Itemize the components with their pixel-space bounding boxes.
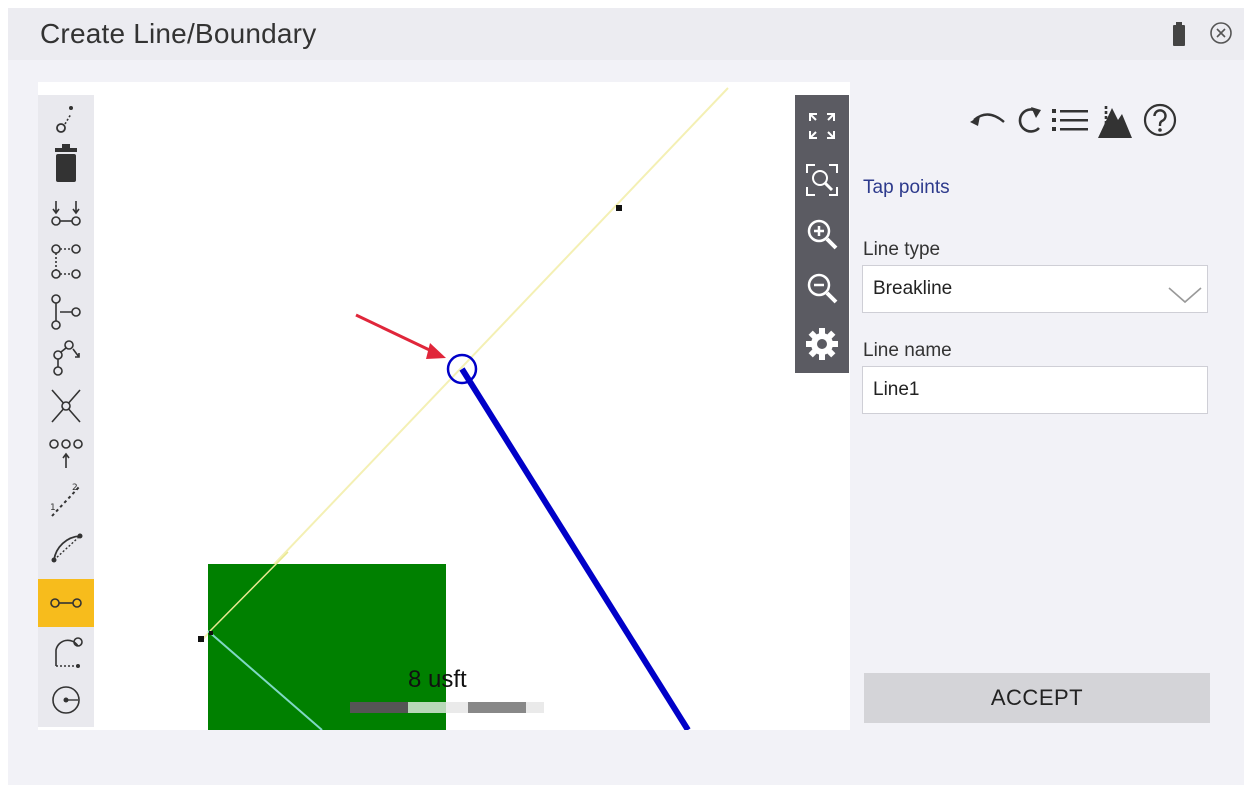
undo-icon[interactable] bbox=[968, 106, 1008, 141]
line-name-input[interactable]: Line1 bbox=[862, 366, 1208, 414]
curve-icon[interactable] bbox=[38, 629, 94, 675]
line-type-value: Breakline bbox=[873, 278, 953, 299]
zoom-out-icon[interactable] bbox=[795, 259, 849, 317]
numbered-points-icon[interactable]: 12 bbox=[38, 477, 94, 523]
map-point bbox=[616, 205, 622, 211]
chevron-down-icon bbox=[1167, 278, 1203, 324]
left-toolbar: 12 bbox=[38, 95, 94, 727]
scale-label: 8 usft bbox=[408, 666, 467, 693]
arc-icon[interactable] bbox=[38, 523, 94, 569]
instruction-text: Tap points bbox=[863, 177, 950, 198]
svg-text:2: 2 bbox=[72, 483, 78, 493]
line-name-label: Line name bbox=[863, 340, 952, 361]
help-icon[interactable] bbox=[1142, 102, 1178, 143]
existing-line bbox=[199, 87, 729, 643]
annotation-arrow bbox=[355, 313, 441, 357]
terrain-layers-icon[interactable] bbox=[1096, 102, 1132, 143]
line-from-two-points-icon[interactable] bbox=[38, 579, 94, 627]
map-toolbar bbox=[795, 95, 849, 373]
map-point bbox=[198, 636, 204, 642]
annotation-arrowhead bbox=[426, 343, 446, 359]
line-name-value: Line1 bbox=[873, 379, 920, 400]
settings-gear-icon[interactable] bbox=[795, 315, 849, 373]
polyline-points-icon[interactable] bbox=[38, 239, 94, 285]
insert-point-icon[interactable] bbox=[38, 429, 94, 475]
battery-icon bbox=[1172, 22, 1186, 51]
branch-line-icon[interactable] bbox=[38, 289, 94, 335]
list-icon[interactable] bbox=[1052, 106, 1090, 139]
node-chain-icon[interactable] bbox=[38, 335, 94, 381]
title-bar: Create Line/Boundary bbox=[8, 8, 1244, 60]
redo-icon[interactable] bbox=[1014, 102, 1044, 143]
zoom-in-icon[interactable] bbox=[795, 205, 849, 263]
line-from-points-down-icon[interactable] bbox=[38, 191, 94, 237]
map-point bbox=[209, 631, 213, 635]
close-icon[interactable] bbox=[1208, 20, 1234, 51]
svg-text:1: 1 bbox=[50, 503, 56, 513]
zoom-window-icon[interactable] bbox=[795, 151, 849, 209]
zoom-extents-icon[interactable] bbox=[795, 97, 849, 155]
window-title: Create Line/Boundary bbox=[40, 18, 317, 49]
line-type-label: Line type bbox=[863, 239, 941, 260]
delete-icon[interactable] bbox=[38, 141, 94, 187]
measure-point-icon[interactable] bbox=[38, 95, 94, 141]
new-line bbox=[459, 367, 691, 730]
line-type-dropdown[interactable]: Breakline bbox=[862, 265, 1208, 313]
circle-center-icon[interactable] bbox=[38, 677, 94, 723]
accept-button[interactable]: ACCEPT bbox=[864, 673, 1210, 723]
intersection-icon[interactable] bbox=[38, 383, 94, 429]
map-view[interactable]: 8 usft bbox=[38, 82, 850, 730]
